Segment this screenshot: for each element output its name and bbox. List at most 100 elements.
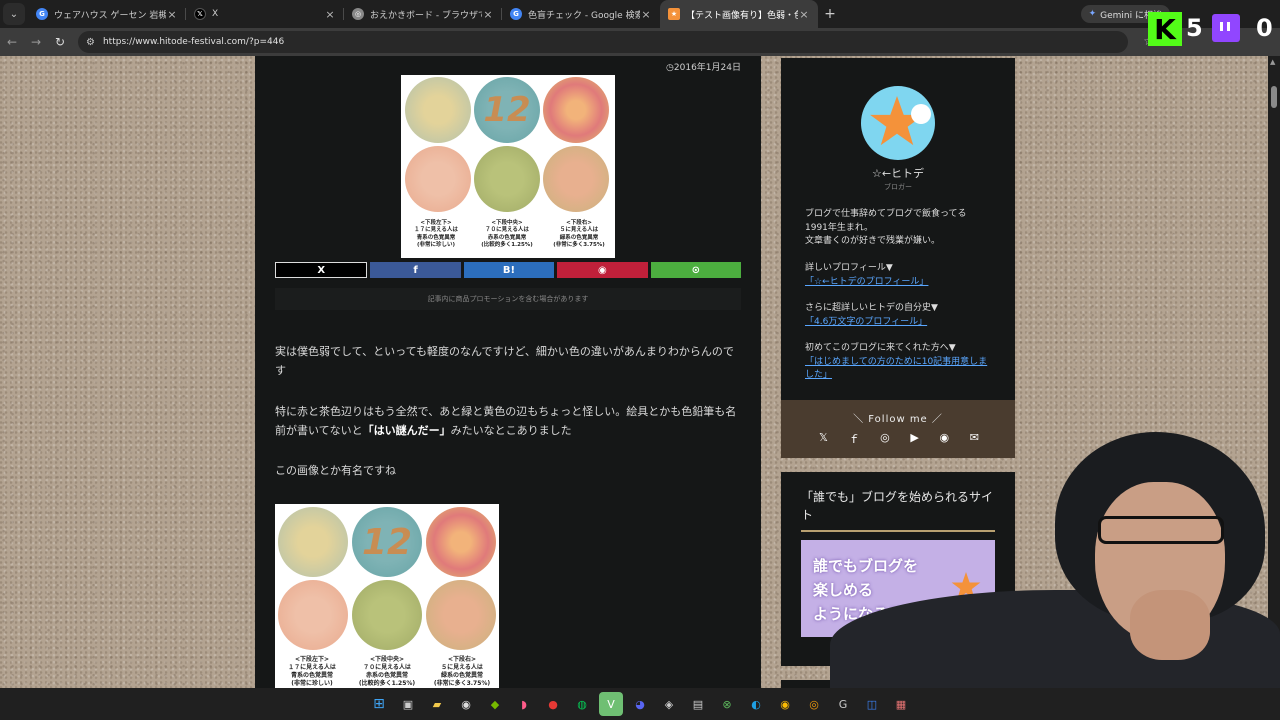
chrome-icon[interactable]: ◉ xyxy=(773,692,797,716)
app-icon[interactable]: ◎ xyxy=(802,692,826,716)
tab-title: ウェアハウス ゲーセン 岩槻 - Google 検索 xyxy=(54,10,166,21)
sparkle-icon: ✦ xyxy=(1088,9,1097,19)
new-tab-button[interactable]: + xyxy=(818,6,842,22)
caption-bottom-right: <下段右> ５に見える人は 緑系の色覚異常 (非常に多く3.75%) xyxy=(433,656,491,688)
scroll-up-icon[interactable]: ▲ xyxy=(1270,58,1275,66)
url-text: https://www.hitode-festival.com/?p=446 xyxy=(102,37,285,47)
test-plate xyxy=(352,580,422,650)
address-bar: ← → ↻ ⚙ https://www.hitode-festival.com/… xyxy=(0,28,1280,56)
app-icon[interactable]: ▦ xyxy=(889,692,913,716)
task-view-icon[interactable]: ▣ xyxy=(396,692,420,716)
tab-search-button[interactable]: ⌄ xyxy=(3,3,25,25)
google-icon: G xyxy=(36,8,48,20)
color-test-image: 12 <下段左下> １７に見える人は 青系の色覚異常 (非常に珍しい) <下段中… xyxy=(275,504,499,688)
twitch-logo-icon xyxy=(1212,14,1240,42)
share-pocket-button[interactable]: ◉ xyxy=(557,262,648,278)
caption-bottom-left: <下段左下> １７に見える人は 青系の色覚異常 (非常に珍しい) xyxy=(288,656,336,688)
article-paragraph-1: 実は僕色弱でして、といっても軽度のなんですけど、細かい色の違いがあんまりわからん… xyxy=(275,345,734,377)
caption-bottom-right: <下段右> ５に見える人は 緑系の色覚異常 (非常に多く3.75%) xyxy=(553,220,605,249)
taskbar: ⊞ ▣ ▰ ◉ ◆ ◗ ● ◍ V ◕ ◈ ▤ ⊗ ◐ ◉ ◎ G ◫ ▦ xyxy=(0,688,1280,720)
obs-icon[interactable]: ◉ xyxy=(454,692,478,716)
webcam-glasses xyxy=(1098,516,1224,544)
share-line-button[interactable]: ⊙ xyxy=(650,262,742,278)
profile-link-block-2: さらに超詳しいヒトデの自分史▼ 「4.6万文字のプロフィール」 xyxy=(805,303,938,327)
profile-bio: ブログで仕事辞めてブログで飯食ってる 1991年生まれ。 文章書くのが好きで残業… xyxy=(805,209,967,246)
share-hatena-button[interactable]: B! xyxy=(463,262,555,278)
lips-app-icon[interactable]: ◗ xyxy=(512,692,536,716)
plate-number: 12 xyxy=(361,521,413,563)
test-plate xyxy=(426,580,496,650)
test-plate xyxy=(543,77,609,143)
tab-title: X xyxy=(212,9,219,19)
browser-tab-1[interactable]: G ウェアハウス ゲーセン 岩槻 - Google 検索 × xyxy=(28,0,186,28)
caption-bottom-left: <下段左下> １７に見える人は 青系の色覚異常 (非常に珍しい) xyxy=(414,220,458,249)
webcam-overlay xyxy=(830,420,1280,688)
site-favicon-icon: ★ xyxy=(668,8,680,20)
close-icon[interactable]: × xyxy=(640,8,652,21)
app-icon[interactable]: G xyxy=(831,692,855,716)
plate-number: 12 xyxy=(483,90,531,130)
test-plate xyxy=(426,507,496,577)
browser-tab-3[interactable]: ◎ おえかきボード - ブラウザでかんたん お絵かき × xyxy=(344,0,502,28)
article-paragraph-2: 特に赤と茶色辺りはもう全然で、あと緑と黄色の辺もちょっと怪しい。絵具とかも色鉛筆… xyxy=(275,405,737,437)
profile-link-block-1: 詳しいプロフィール▼ 「☆←ヒトデのプロフィール」 xyxy=(805,263,929,287)
back-arrow-icon[interactable]: ← xyxy=(0,35,24,49)
profile-link-block-3: 初めてこのブログに来てくれた方へ▼ 「はじめましての方のために10記事用意しまし… xyxy=(805,343,988,381)
record-icon[interactable]: ● xyxy=(541,692,565,716)
profile-role: ブロガー xyxy=(884,183,912,191)
test-plate xyxy=(405,77,471,143)
close-icon[interactable]: × xyxy=(324,8,336,21)
publish-date: ◷2016年1月24日 xyxy=(666,63,741,73)
url-field[interactable]: ⚙ https://www.hitode-festival.com/?p=446 xyxy=(78,31,1128,53)
test-plate xyxy=(543,146,609,212)
browser-tab-5[interactable]: ★ 【テスト画像有り】色弱・色盲の僕が × xyxy=(660,0,818,28)
app-icon[interactable]: ◈ xyxy=(657,692,681,716)
vim-icon[interactable]: V xyxy=(599,692,623,716)
edge-icon[interactable]: ◐ xyxy=(744,692,768,716)
share-buttons: X f B! ◉ ⊙ xyxy=(275,262,742,278)
xbox-icon[interactable]: ⊗ xyxy=(715,692,739,716)
webcam-hand xyxy=(1130,590,1210,660)
bold-phrase: 「はい謎んだー」 xyxy=(362,424,451,437)
close-icon[interactable]: × xyxy=(482,8,494,21)
twitch-viewer-count: 0 xyxy=(1256,14,1273,42)
first-visitor-link[interactable]: 「はじめましての方のために10記事用意しました」 xyxy=(805,357,987,381)
nvidia-icon[interactable]: ◆ xyxy=(483,692,507,716)
app-icon[interactable]: ◫ xyxy=(860,692,884,716)
caption-bottom-center: <下段中央> ７０に見える人は 赤系の色覚異常 (比較的多く1.25%) xyxy=(481,220,533,249)
forward-arrow-icon[interactable]: → xyxy=(24,35,48,49)
app-icon[interactable]: ▤ xyxy=(686,692,710,716)
profile-widget: ☆←ヒトデ ブロガー ブログで仕事辞めてブログで飯食ってる 1991年生まれ。 … xyxy=(781,58,1015,400)
scrollbar-thumb[interactable] xyxy=(1271,86,1277,108)
promotion-notice: 記事内に商品プロモーションを含む場合があります xyxy=(275,288,741,310)
site-info-icon[interactable]: ⚙ xyxy=(86,37,95,48)
speech-bubble-icon xyxy=(911,104,931,124)
browser-tab-4[interactable]: G 色盲チェック - Google 検索 × xyxy=(502,0,660,28)
x-logo-icon[interactable]: 𝕏 xyxy=(819,431,828,447)
profile-link[interactable]: 「☆←ヒトデのプロフィール」 xyxy=(805,277,928,287)
close-icon[interactable]: × xyxy=(798,8,810,21)
chevron-down-icon: ⌄ xyxy=(9,8,19,20)
google-icon: G xyxy=(510,8,522,20)
share-x-button[interactable]: X xyxy=(275,262,368,278)
article-paragraph-3: この画像とか有名ですね xyxy=(275,464,396,477)
windows-start-icon[interactable]: ⊞ xyxy=(367,692,391,716)
history-link[interactable]: 「4.6万文字のプロフィール」 xyxy=(805,317,927,327)
tab-title: 色盲チェック - Google 検索 xyxy=(528,10,640,21)
test-plate xyxy=(278,507,348,577)
kick-viewer-count: 5 xyxy=(1186,14,1203,42)
close-icon[interactable]: × xyxy=(166,8,178,21)
line-app-icon[interactable]: ◍ xyxy=(570,692,594,716)
discord-icon[interactable]: ◕ xyxy=(628,692,652,716)
profile-name: ☆←ヒトデ xyxy=(871,167,925,180)
tab-strip: ⌄ G ウェアハウス ゲーセン 岩槻 - Google 検索 × 𝕏 X × ◎… xyxy=(0,0,1280,28)
reload-icon[interactable]: ↻ xyxy=(48,35,72,49)
browser-tab-2[interactable]: 𝕏 X × xyxy=(186,0,344,28)
globe-icon: ◎ xyxy=(352,8,364,20)
share-facebook-button[interactable]: f xyxy=(370,262,461,278)
file-explorer-icon[interactable]: ▰ xyxy=(425,692,449,716)
caption-bottom-center: <下段中央> ７０に見える人は 赤系の色覚異常 (比較的多く1.25%) xyxy=(358,656,416,688)
avatar xyxy=(861,86,935,160)
test-plate xyxy=(405,146,471,212)
test-plate xyxy=(474,146,540,212)
